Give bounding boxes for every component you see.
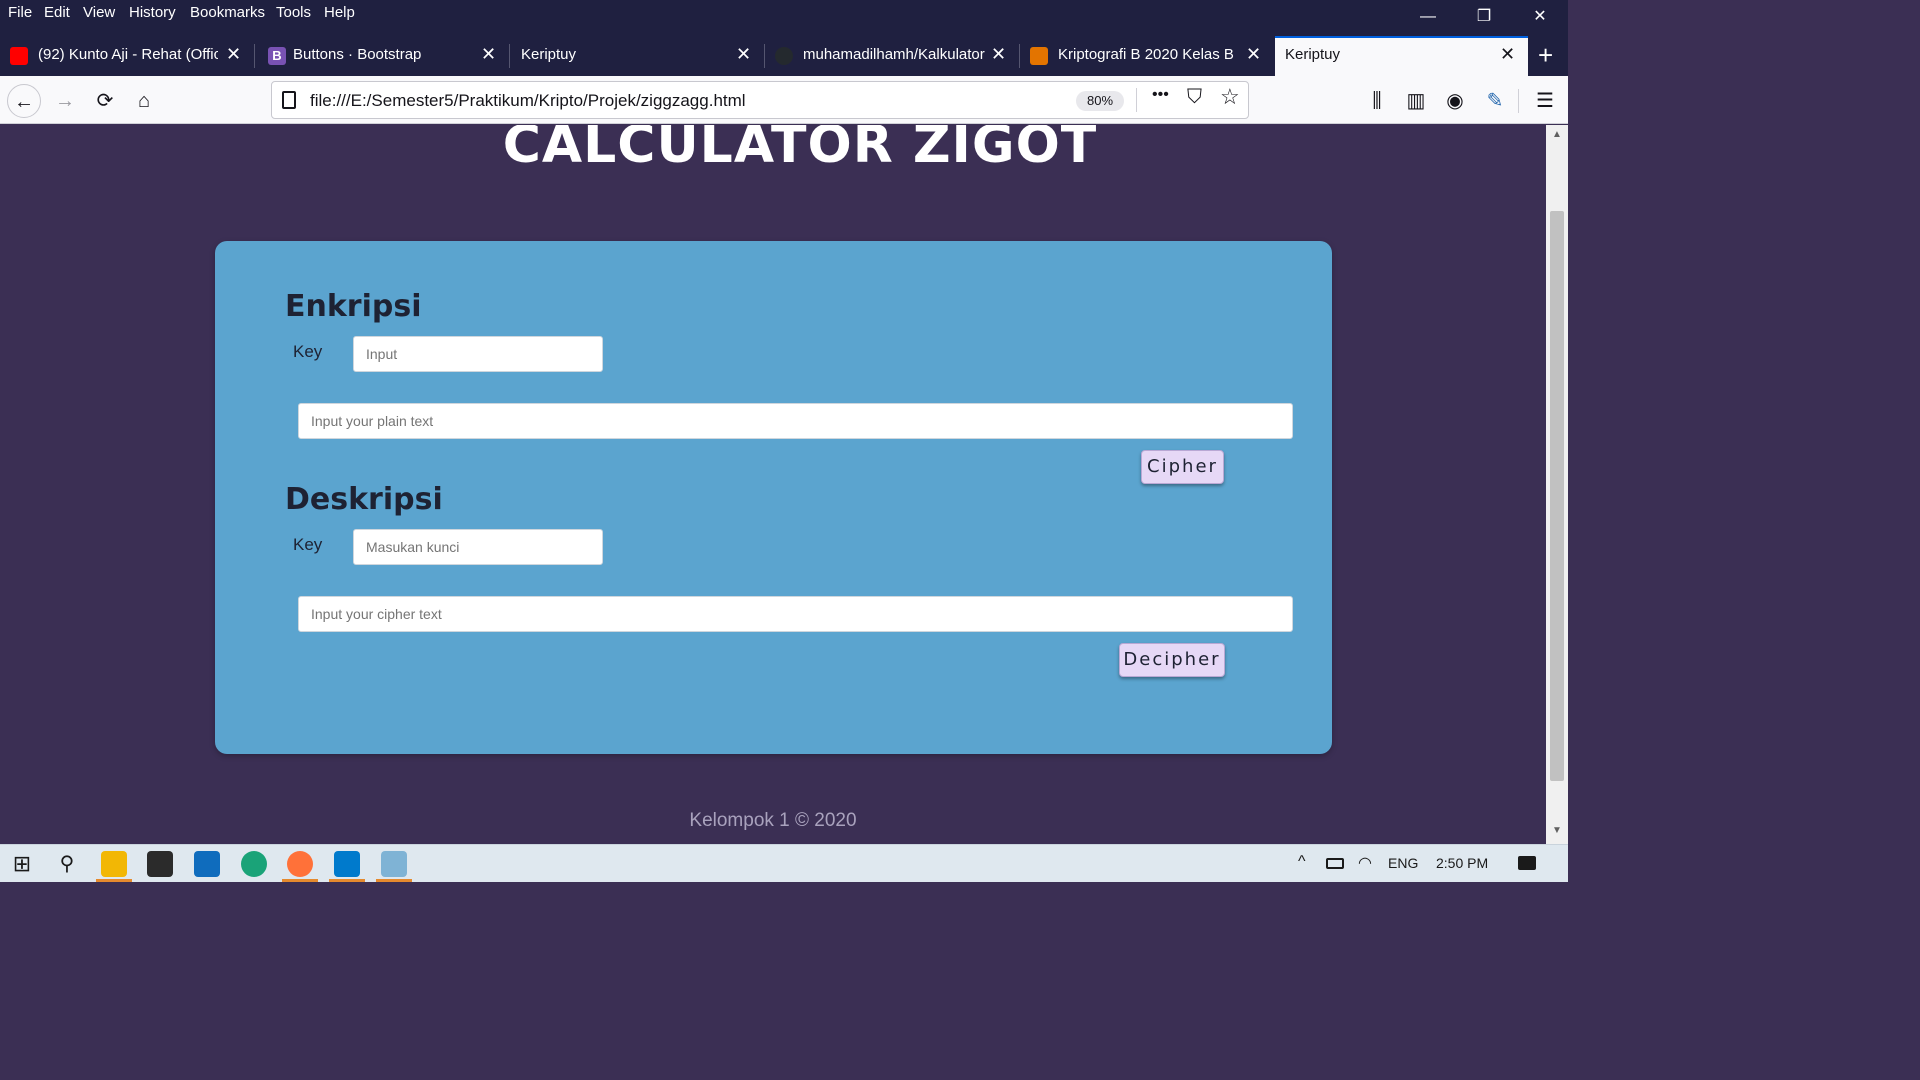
vscode-icon[interactable]: [334, 851, 360, 877]
back-button[interactable]: ←: [7, 84, 41, 118]
running-indicator: [282, 879, 318, 882]
tab-bootstrap[interactable]: B Buttons · Bootstrap ✕: [255, 36, 510, 76]
bootstrap-icon: B: [268, 47, 286, 65]
page-title: CALCULATOR ZIGOT: [502, 125, 1098, 175]
menu-file[interactable]: File: [8, 4, 32, 21]
app-menu-icon[interactable]: ☰: [1528, 84, 1562, 118]
menu-bookmarks[interactable]: Bookmarks: [190, 4, 265, 21]
tab-label: Keriptuy: [1285, 46, 1341, 63]
windows-start-icon[interactable]: ⊞: [9, 851, 35, 877]
github-icon: [775, 47, 793, 65]
tab-close-icon[interactable]: ✕: [1500, 44, 1515, 65]
clock[interactable]: 2:50 PM: [1436, 855, 1488, 871]
firefox-icon[interactable]: [287, 851, 313, 877]
close-window-button[interactable]: ✕: [1529, 6, 1551, 28]
page-viewport: CALCULATOR ZIGOT Enkripsi Key Cipher Des…: [0, 125, 1546, 844]
tab-label: Buttons · Bootstrap: [293, 46, 422, 63]
url-divider: [1136, 88, 1137, 112]
decrypt-key-label: Key: [293, 535, 323, 554]
menu-history[interactable]: History: [129, 4, 176, 21]
tab-close-icon[interactable]: ✕: [736, 44, 751, 65]
encrypt-key-label: Key: [293, 342, 323, 361]
scroll-down-icon[interactable]: ▼: [1550, 825, 1564, 839]
sidebar-icon[interactable]: ▥: [1399, 84, 1433, 118]
more-actions-icon[interactable]: •••: [1152, 86, 1169, 104]
tab-classroom[interactable]: Kriptografi B 2020 Kelas B ✕: [1020, 36, 1275, 76]
account-icon[interactable]: ◉: [1438, 84, 1472, 118]
tab-close-icon[interactable]: ✕: [481, 44, 496, 65]
footer-text: Kelompok 1 © 2020: [689, 810, 857, 831]
running-indicator: [96, 879, 132, 882]
menu-edit[interactable]: Edit: [44, 4, 70, 21]
menu-tools[interactable]: Tools: [276, 4, 311, 21]
windows-taskbar: ⊞ ⚲ ^ ◠ ENG 2:50 PM: [0, 844, 1568, 882]
notepad-icon[interactable]: [381, 851, 407, 877]
tab-bar: (92) Kunto Aji - Rehat (Offici ✕ B Butto…: [0, 36, 1568, 76]
youtube-icon: [10, 47, 28, 65]
pocket-icon[interactable]: ⛉: [1187, 86, 1202, 109]
cipher-button[interactable]: Cipher: [1141, 450, 1224, 484]
tab-keriptuy[interactable]: Keriptuy ✕: [510, 36, 765, 76]
decipher-button[interactable]: Decipher: [1119, 643, 1225, 677]
url-text[interactable]: file:///E:/Semester5/Praktikum/Kripto/Pr…: [310, 91, 746, 111]
wifi-icon[interactable]: ◠: [1358, 853, 1372, 873]
cipher-text-input[interactable]: [298, 596, 1293, 632]
menu-help[interactable]: Help: [324, 4, 355, 21]
zoom-badge[interactable]: 80%: [1076, 91, 1124, 111]
decrypt-heading: Deskripsi: [285, 482, 443, 517]
page-icon: [282, 91, 296, 109]
notification-icon[interactable]: [1518, 856, 1536, 870]
encrypt-key-input[interactable]: [353, 336, 603, 372]
toolbar-divider: [1518, 89, 1519, 113]
edge-icon[interactable]: [241, 851, 267, 877]
encrypt-heading: Enkripsi: [285, 289, 422, 324]
mail-icon[interactable]: [194, 851, 220, 877]
scroll-thumb[interactable]: [1550, 211, 1564, 781]
battery-icon[interactable]: [1326, 858, 1344, 869]
menu-bar: File Edit View History Bookmarks Tools H…: [0, 0, 1568, 36]
tab-close-icon[interactable]: ✕: [991, 44, 1006, 65]
home-button[interactable]: ⌂: [127, 84, 161, 118]
classroom-icon: [1030, 47, 1048, 65]
reload-button[interactable]: ⟳: [88, 84, 122, 118]
tray-chevron-icon[interactable]: ^: [1298, 853, 1306, 871]
new-tab-button[interactable]: +: [1538, 40, 1553, 71]
url-bar[interactable]: file:///E:/Semester5/Praktikum/Kripto/Pr…: [271, 81, 1249, 119]
tab-label: Keriptuy: [521, 46, 577, 63]
tab-youtube[interactable]: (92) Kunto Aji - Rehat (Offici ✕: [0, 36, 255, 76]
restore-button[interactable]: ❐: [1473, 6, 1495, 28]
minimize-button[interactable]: —: [1417, 6, 1439, 28]
menu-view[interactable]: View: [83, 4, 115, 21]
library-icon[interactable]: ⫼: [1360, 84, 1394, 118]
store-icon[interactable]: [147, 851, 173, 877]
tab-label: (92) Kunto Aji - Rehat (Offici: [38, 46, 218, 63]
bookmark-star-icon[interactable]: ☆: [1220, 84, 1240, 110]
page-scrollbar[interactable]: ▲ ▼: [1546, 125, 1568, 844]
calculator-card: Enkripsi Key Cipher Deskripsi Key Deciph…: [215, 241, 1332, 754]
tab-close-icon[interactable]: ✕: [226, 44, 241, 65]
tab-keriptuy-active[interactable]: Keriptuy ✕: [1275, 36, 1528, 76]
tab-label: Kriptografi B 2020 Kelas B: [1058, 46, 1234, 63]
running-indicator: [376, 879, 412, 882]
tab-label: muhamadilhamh/Kalkulator: [803, 46, 985, 63]
decrypt-key-input[interactable]: [353, 529, 603, 565]
language-indicator[interactable]: ENG: [1388, 855, 1418, 871]
file-explorer-icon[interactable]: [101, 851, 127, 877]
tab-close-icon[interactable]: ✕: [1246, 44, 1261, 65]
extension-icon[interactable]: ✎: [1478, 84, 1512, 118]
forward-button[interactable]: →: [48, 84, 82, 118]
plain-text-input[interactable]: [298, 403, 1293, 439]
navigation-toolbar: ← → ⟳ ⌂ file:///E:/Semester5/Praktikum/K…: [0, 76, 1568, 124]
tab-github[interactable]: muhamadilhamh/Kalkulator ✕: [765, 36, 1020, 76]
running-indicator: [329, 879, 365, 882]
scroll-up-icon[interactable]: ▲: [1550, 129, 1564, 143]
search-icon[interactable]: ⚲: [54, 851, 80, 877]
